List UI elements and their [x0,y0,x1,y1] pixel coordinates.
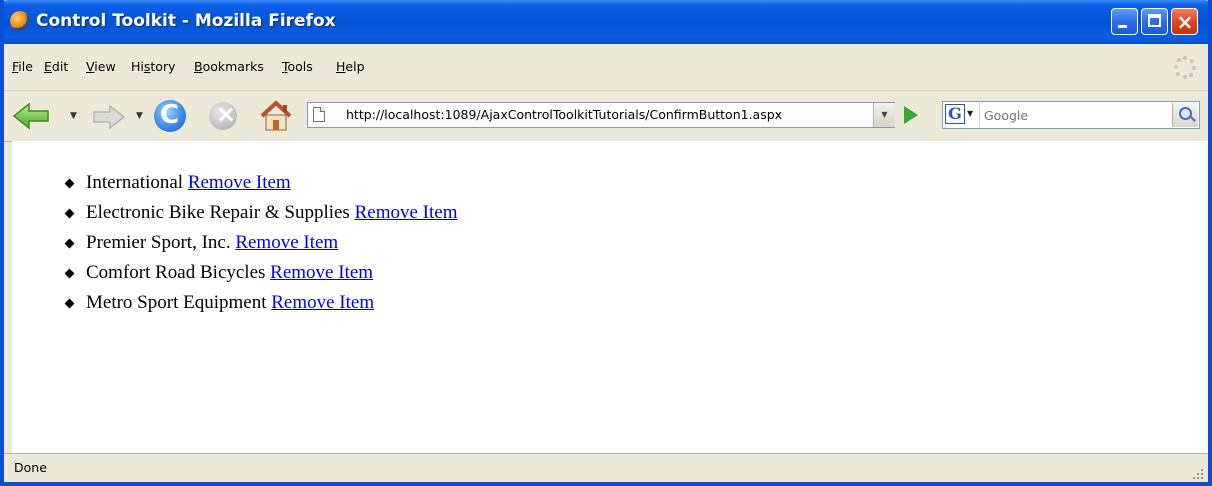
bullet-icon [64,208,75,219]
remove-item-link[interactable]: Remove Item [270,262,373,283]
back-arrow-icon[interactable] [12,102,50,130]
window-title: Control Toolkit - Mozilla Firefox [36,11,336,31]
item-name: International [86,172,184,193]
reload-icon[interactable] [154,100,186,132]
remove-item-link[interactable]: Remove Item [235,232,338,253]
menu-history[interactable]: History [131,59,175,74]
menu-file[interactable]: File [12,59,33,74]
list-item: Comfort Road Bicycles Remove Item [64,258,457,288]
list-item: Premier Sport, Inc. Remove Item [64,228,457,258]
maximize-button[interactable] [1141,8,1168,35]
back-history-dropdown-icon[interactable]: ▼ [70,111,77,121]
item-name: Metro Sport Equipment [86,292,267,313]
page-icon [313,107,325,122]
navigation-toolbar: ▼ ▼ http://localhost:1089/AjaxControlToo… [4,90,1208,142]
magnifier-icon [1179,107,1192,120]
page-content: International Remove Item Electronic Bik… [12,141,1208,453]
search-button[interactable] [1172,103,1198,127]
bullet-icon [64,238,75,249]
status-text: Done [14,460,47,475]
list-item: Metro Sport Equipment Remove Item [64,288,457,318]
resize-grip-icon[interactable] [1192,468,1204,480]
address-bar[interactable]: http://localhost:1089/AjaxControlToolkit… [307,102,895,128]
forward-history-dropdown-icon[interactable]: ▼ [136,111,143,121]
stop-icon[interactable] [209,100,237,130]
title-bar[interactable]: Control Toolkit - Mozilla Firefox × [4,0,1208,44]
item-list: International Remove Item Electronic Bik… [64,168,457,318]
menu-tools[interactable]: Tools [282,59,313,74]
home-icon[interactable] [258,100,294,132]
minimize-icon [1118,25,1127,28]
google-icon[interactable]: G [945,104,965,124]
minimize-button[interactable] [1111,8,1138,35]
remove-item-link[interactable]: Remove Item [271,292,374,313]
list-item: Electronic Bike Repair & Supplies Remove… [64,198,457,228]
close-icon: × [1176,10,1194,34]
firefox-icon [10,11,30,31]
search-input[interactable] [979,102,1169,128]
item-name: Comfort Road Bicycles [86,262,266,283]
bullet-icon [64,268,75,279]
menu-help[interactable]: Help [336,59,365,74]
go-icon[interactable] [904,106,918,124]
menu-view[interactable]: View [86,59,116,74]
search-engine-dropdown-icon[interactable]: ▼ [967,109,973,118]
item-name: Premier Sport, Inc. [86,232,231,253]
search-bar: G ▼ [942,101,1200,129]
bullet-icon [64,178,75,189]
bullet-icon [64,298,75,309]
menu-bar: File Edit View History Bookmarks Tools H… [4,44,1208,90]
forward-arrow-icon[interactable] [92,104,126,130]
status-bar: Done [4,453,1208,482]
throbber-icon [1174,56,1196,79]
menu-edit[interactable]: Edit [44,59,68,74]
remove-item-link[interactable]: Remove Item [188,172,291,193]
url-history-dropdown-icon[interactable]: ▼ [873,103,895,127]
url-input[interactable]: http://localhost:1089/AjaxControlToolkit… [346,107,782,122]
list-item: International Remove Item [64,168,457,198]
item-name: Electronic Bike Repair & Supplies [86,202,350,223]
close-button[interactable]: × [1171,8,1198,35]
remove-item-link[interactable]: Remove Item [355,202,458,223]
browser-window: Control Toolkit - Mozilla Firefox × File… [0,0,1212,486]
menu-bookmarks[interactable]: Bookmarks [194,59,264,74]
maximize-icon [1148,14,1161,27]
